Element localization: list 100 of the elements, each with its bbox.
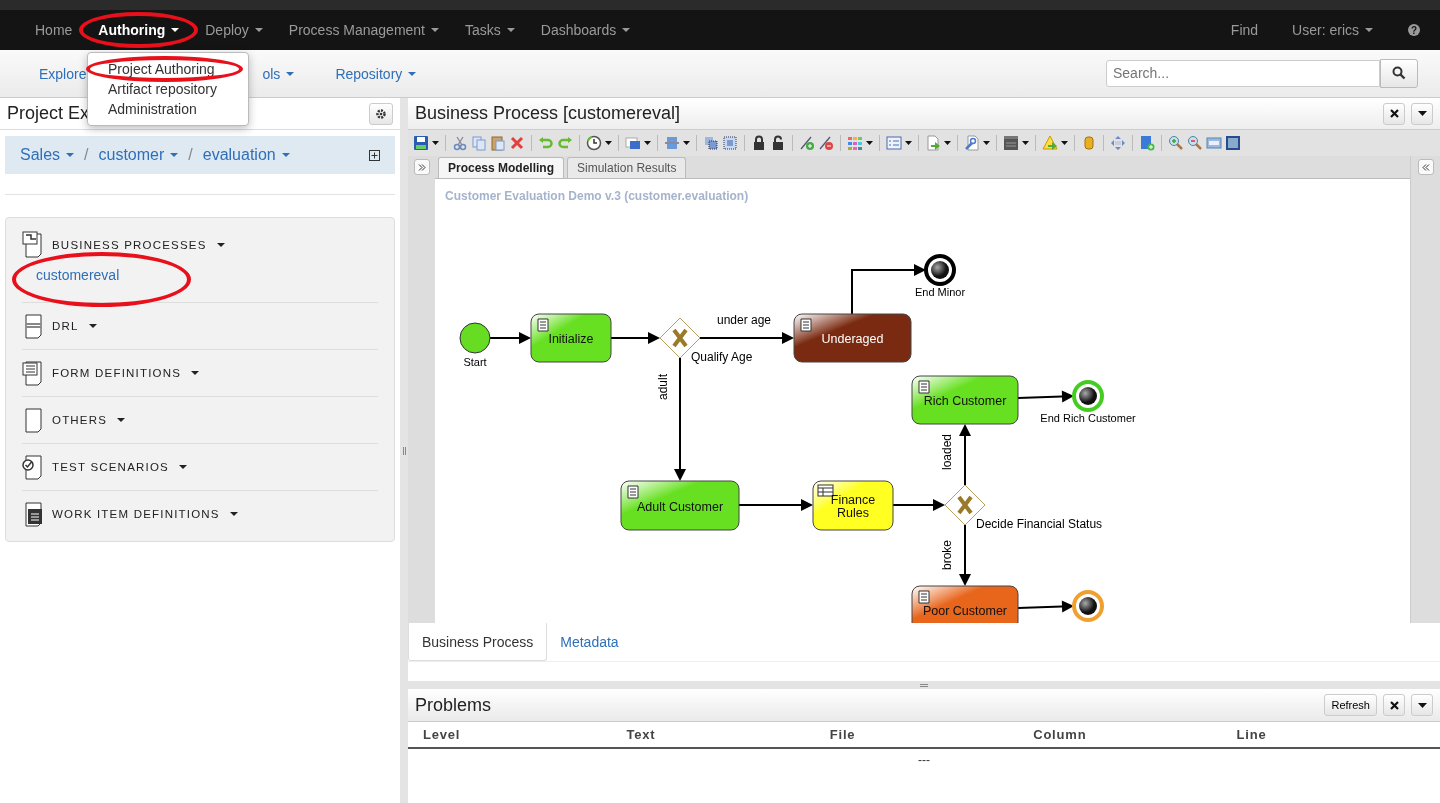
caret-icon[interactable] xyxy=(905,140,912,146)
task-label: Finance Rules xyxy=(830,492,876,520)
caret-icon xyxy=(1417,111,1427,116)
search-icon xyxy=(1392,66,1406,80)
flow-arrow xyxy=(959,424,971,486)
menu-item[interactable]: Administration xyxy=(108,101,197,117)
close-button[interactable] xyxy=(1383,102,1405,125)
zoom-in-icon[interactable] xyxy=(1168,135,1184,151)
nav-link[interactable]: Find xyxy=(1217,22,1272,38)
subnav-link[interactable]: Explore xyxy=(39,65,87,82)
group-icon[interactable] xyxy=(703,135,719,151)
close-icon xyxy=(1389,700,1399,710)
caret-icon[interactable] xyxy=(866,140,873,146)
document-icon xyxy=(22,453,44,481)
nav-link[interactable]: Dashboards xyxy=(527,22,644,38)
section-toggle[interactable]: WORK ITEM DEFINITIONS xyxy=(52,508,238,520)
expand-button[interactable] xyxy=(413,159,430,175)
nav-link[interactable]: Home xyxy=(22,22,86,38)
zoom-out-icon[interactable] xyxy=(1187,135,1203,151)
nav-link[interactable]: Process Management xyxy=(275,22,452,38)
nav-link[interactable]: User: erics xyxy=(1279,22,1386,38)
document-icon xyxy=(22,312,44,340)
flow-arrow xyxy=(610,332,660,344)
caret-icon[interactable] xyxy=(1022,140,1029,146)
caret-icon[interactable] xyxy=(683,140,690,146)
caret-icon xyxy=(66,153,75,157)
lock-icon[interactable] xyxy=(751,135,767,151)
grip-icon[interactable] xyxy=(402,447,406,455)
shape-icon[interactable] xyxy=(625,135,641,151)
script-icon xyxy=(918,590,930,604)
asset-link[interactable]: customereval xyxy=(36,267,120,283)
node-label: Qualify Age xyxy=(691,350,753,364)
caret-icon[interactable] xyxy=(944,140,951,146)
close-button[interactable] xyxy=(1383,694,1405,716)
database-icon[interactable] xyxy=(1081,135,1097,151)
settings-button[interactable] xyxy=(369,102,393,125)
section-toggle[interactable]: OTHERS xyxy=(52,414,126,426)
film-icon[interactable] xyxy=(1003,135,1019,151)
refresh-button[interactable]: Refresh xyxy=(1324,694,1377,716)
unlock-icon[interactable] xyxy=(770,135,786,151)
caret-icon[interactable] xyxy=(644,140,651,146)
breadcrumb-link[interactable]: Sales xyxy=(20,146,75,164)
add-book-icon[interactable] xyxy=(1139,135,1155,151)
editor-title: Business Process [customereval] xyxy=(415,103,682,124)
help-icon[interactable]: ? xyxy=(1408,24,1420,36)
settings-icon xyxy=(375,107,387,120)
caret-icon[interactable] xyxy=(605,140,612,146)
collapse-button[interactable] xyxy=(1417,159,1434,175)
double-chevron-icon xyxy=(1421,163,1430,171)
nav-link[interactable]: Deploy xyxy=(192,22,276,38)
nav-link[interactable]: Authoring xyxy=(85,22,193,38)
cut-icon[interactable] xyxy=(452,135,468,151)
task-label: Adult Customer xyxy=(636,499,724,514)
menu-button[interactable] xyxy=(1411,694,1433,716)
caret-icon[interactable] xyxy=(983,140,990,146)
breadcrumb-link[interactable]: customer xyxy=(98,146,179,164)
wrench-icon[interactable] xyxy=(964,135,980,151)
caret-icon[interactable] xyxy=(432,140,439,146)
script-icon xyxy=(537,318,549,332)
editor-tab[interactable]: Process Modelling xyxy=(438,157,565,178)
section-toggle[interactable]: FORM DEFINITIONS xyxy=(52,367,200,379)
node-label: Start xyxy=(463,356,487,368)
flow-arrow xyxy=(1017,600,1074,613)
save-icon[interactable] xyxy=(413,135,429,151)
editor-tab[interactable]: Simulation Results xyxy=(567,157,687,178)
table-icon xyxy=(817,484,834,497)
grip-icon[interactable] xyxy=(920,683,928,687)
column-header: Level xyxy=(423,727,462,742)
remove-connector-icon[interactable] xyxy=(818,135,834,151)
clock-icon[interactable] xyxy=(586,135,602,151)
editor-tab[interactable]: Metadata xyxy=(547,623,632,661)
section-toggle[interactable]: BUSINESS PROCESSES xyxy=(52,239,225,251)
fullscreen-icon[interactable] xyxy=(1225,135,1241,151)
nav-link[interactable]: Tasks xyxy=(452,22,528,38)
node-label: End Rich Customer xyxy=(1040,412,1136,424)
section-toggle[interactable]: DRL xyxy=(52,320,97,332)
column-header: Text xyxy=(626,727,657,742)
add-connector-icon[interactable] xyxy=(799,135,815,151)
move-icon[interactable] xyxy=(1110,135,1126,151)
search-button[interactable] xyxy=(1380,58,1418,88)
expand-icon[interactable] xyxy=(369,149,380,161)
subnav-link[interactable]: Repository xyxy=(335,65,417,82)
menu-button[interactable] xyxy=(1411,102,1433,125)
process-title: Customer Evaluation Demo v.3 (customer.evaluation) xyxy=(445,189,749,203)
breadcrumb-link[interactable]: evaluation xyxy=(202,146,290,164)
menu-item[interactable]: Artifact repository xyxy=(108,81,217,97)
subnav-link[interactable]: ols xyxy=(262,65,295,82)
panel-title: Problems xyxy=(415,694,493,716)
ungroup-icon[interactable] xyxy=(722,135,738,151)
script-icon xyxy=(918,380,930,394)
document-icon xyxy=(22,359,44,387)
node-label: Decide Financial Status xyxy=(976,517,1103,531)
paste-icon[interactable] xyxy=(490,135,506,151)
editor-tab[interactable]: Business Process xyxy=(408,623,548,661)
caret-icon[interactable] xyxy=(1061,140,1068,146)
section-toggle[interactable]: TEST SCENARIOS xyxy=(52,461,187,473)
menu-item[interactable]: Project Authoring xyxy=(108,61,215,77)
breadcrumb-separator: / xyxy=(188,146,193,164)
search-field[interactable]: Search... xyxy=(1106,59,1380,87)
delete-icon[interactable] xyxy=(509,135,525,151)
